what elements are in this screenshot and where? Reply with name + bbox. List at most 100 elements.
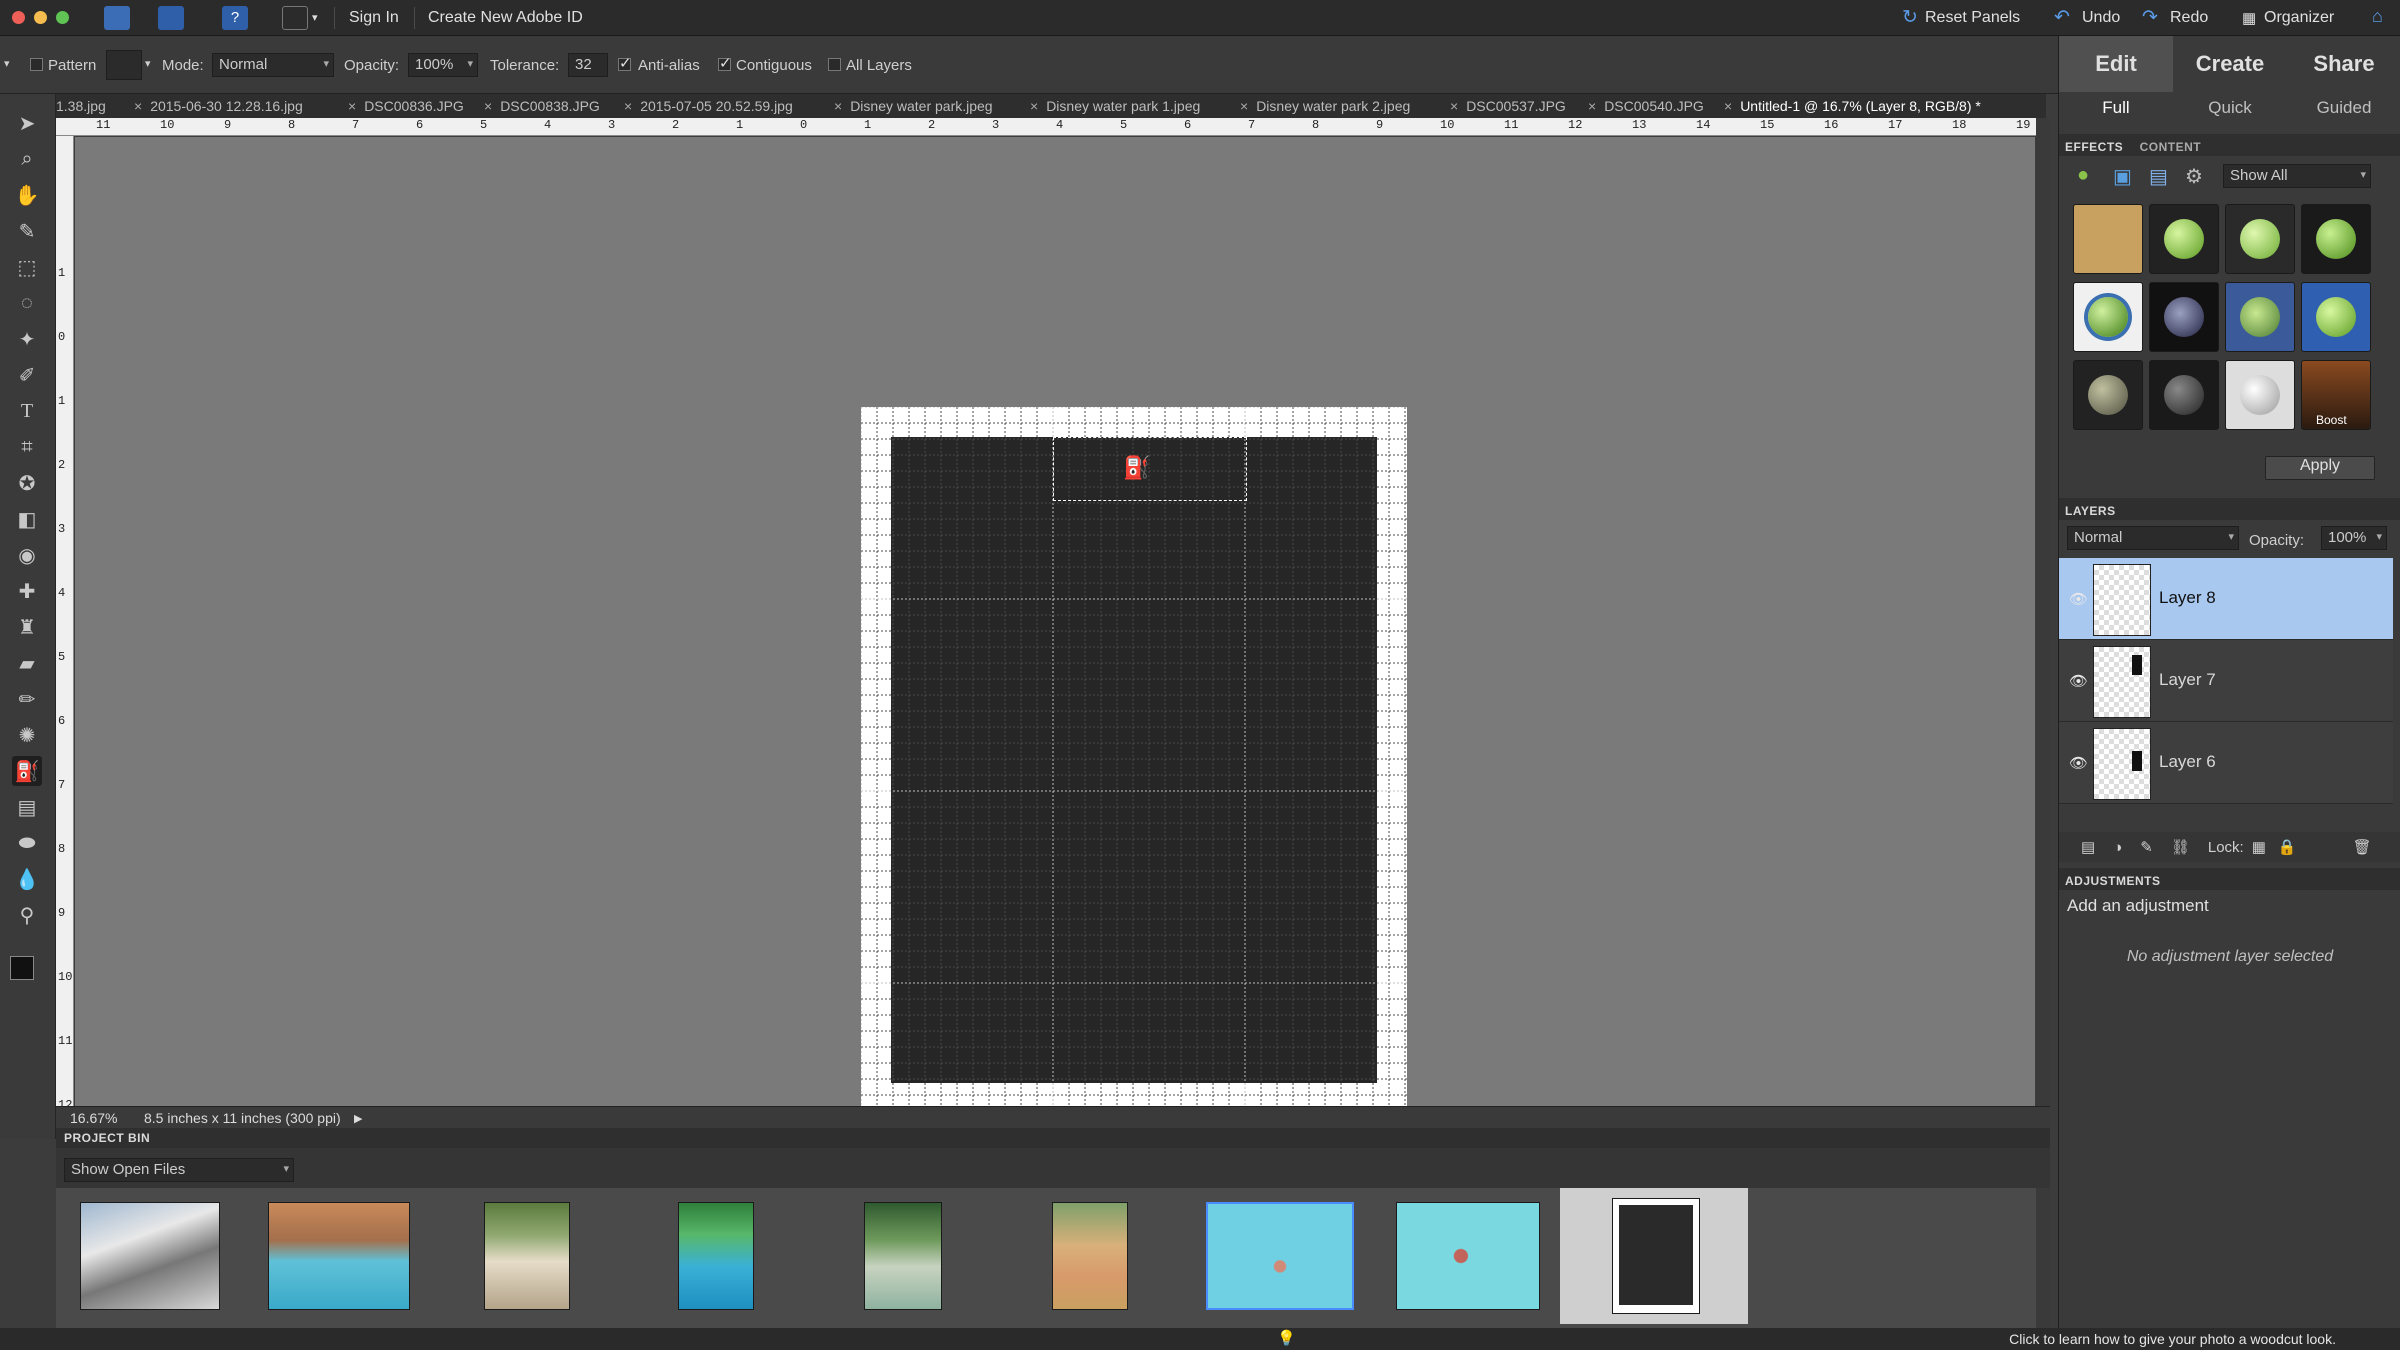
- tab-guided-edit[interactable]: Guided: [2287, 98, 2400, 118]
- doc-tab[interactable]: × Disney water park 1.jpeg: [1030, 94, 1200, 118]
- open-folder-icon[interactable]: [104, 6, 130, 30]
- close-icon[interactable]: ×: [834, 98, 842, 114]
- close-icon[interactable]: ×: [1450, 98, 1458, 114]
- lock-all-icon[interactable]: 🔒: [2278, 838, 2297, 856]
- vertical-ruler[interactable]: 1 0 1 2 3 4 5 6 7 8 9 10 11 12: [56, 136, 74, 1106]
- organizer-icon[interactable]: ▦: [2242, 9, 2256, 27]
- thumbnail-image[interactable]: [864, 1202, 942, 1310]
- adjustment-layer-icon[interactable]: ◑: [2113, 839, 2122, 856]
- doc-tab[interactable]: × Disney water park.jpeg: [834, 94, 993, 118]
- effect-thumbnail[interactable]: [2149, 360, 2219, 430]
- doc-tab[interactable]: × 2015-06-30 12.28.16.jpg: [134, 94, 303, 118]
- eyedropper-tool-icon[interactable]: ✎: [12, 216, 42, 246]
- pattern-dropdown-icon[interactable]: ▾: [145, 57, 151, 70]
- pattern-swatch[interactable]: [106, 50, 142, 80]
- effect-thumbnail[interactable]: [2073, 282, 2143, 352]
- doc-tab[interactable]: × DSC00540.JPG: [1588, 94, 1704, 118]
- reset-panels-icon[interactable]: ↻: [1902, 6, 1918, 29]
- effect-thumbnail[interactable]: [2301, 282, 2371, 352]
- close-icon[interactable]: ×: [1724, 98, 1732, 114]
- help-icon[interactable]: ?: [222, 6, 248, 30]
- close-window-button[interactable]: [12, 11, 25, 24]
- crop-tool-icon[interactable]: ⌗: [12, 432, 42, 462]
- healing-brush-tool-icon[interactable]: ✚: [12, 576, 42, 606]
- tip-link[interactable]: Click to learn how to give your photo a …: [2009, 1331, 2336, 1347]
- reset-panels-button[interactable]: Reset Panels: [1925, 9, 2020, 27]
- layer-styles-icon[interactable]: ▣: [2113, 164, 2132, 189]
- opacity-input[interactable]: 100% ▾: [408, 53, 478, 77]
- quick-selection-tool-icon[interactable]: ✐: [12, 360, 42, 390]
- effects-tab[interactable]: EFFECTS: [2065, 140, 2123, 154]
- hand-tool-icon[interactable]: ✋: [12, 180, 42, 210]
- workspace-layout-icon[interactable]: [282, 6, 308, 30]
- type-tool-icon[interactable]: T: [12, 396, 42, 426]
- sponge-tool-icon[interactable]: ⚲: [12, 900, 42, 930]
- save-icon[interactable]: [158, 6, 184, 30]
- photo-effects-icon[interactable]: ▤: [2149, 164, 2168, 189]
- thumbnail-image[interactable]: [1396, 1202, 1540, 1310]
- layer-row[interactable]: 👁 Layer 6: [2059, 722, 2393, 804]
- effects-filter-select[interactable]: Show All ▾: [2223, 164, 2371, 188]
- doc-tab[interactable]: × DSC00838.JPG: [484, 94, 600, 118]
- shape-tool-icon[interactable]: ⬬: [12, 828, 42, 858]
- zoom-tool-icon[interactable]: ⌕: [12, 144, 42, 174]
- doc-tab[interactable]: × Disney water park 2.jpeg: [1240, 94, 1410, 118]
- thumbnail-image[interactable]: [80, 1202, 220, 1310]
- eye-icon[interactable]: 👁: [2069, 590, 2088, 608]
- blur-tool-icon[interactable]: 💧: [12, 864, 42, 894]
- pencil-tool-icon[interactable]: ✏: [12, 684, 42, 714]
- status-menu-arrow-icon[interactable]: ▶: [354, 1112, 362, 1125]
- red-eye-tool-icon[interactable]: ◉: [12, 540, 42, 570]
- layer-name[interactable]: Layer 7: [2159, 670, 2216, 690]
- layer-name[interactable]: Layer 6: [2159, 752, 2216, 772]
- doc-tab[interactable]: × 2015-07-05 20.52.59.jpg: [624, 94, 793, 118]
- move-tool-icon[interactable]: ➤: [12, 108, 42, 138]
- link-icon[interactable]: ⛓: [2171, 838, 2190, 856]
- layer-blend-mode-select[interactable]: Normal ▾: [2067, 526, 2239, 550]
- new-layer-icon[interactable]: ▤: [2081, 838, 2095, 856]
- apply-button[interactable]: Apply: [2265, 456, 2375, 480]
- layer-name[interactable]: Layer 8: [2159, 588, 2216, 608]
- lock-transparency-icon[interactable]: ▦: [2252, 838, 2266, 856]
- close-icon[interactable]: ×: [1030, 98, 1038, 114]
- pattern-checkbox[interactable]: [30, 58, 43, 71]
- effect-thumbnail[interactable]: [2301, 204, 2371, 274]
- undo-button[interactable]: Undo: [2082, 9, 2120, 27]
- filters-icon[interactable]: ●: [2077, 164, 2089, 187]
- doc-tab[interactable]: × DSC00836.JPG: [348, 94, 464, 118]
- close-icon[interactable]: ×: [484, 98, 492, 114]
- edit-icon[interactable]: ✎: [2140, 838, 2153, 856]
- gradient-tool-icon[interactable]: ▤: [12, 792, 42, 822]
- horizontal-ruler[interactable]: 11 10 9 8 7 6 5 4 3 2 1 0 1 2 3 4 5 6 7 8 9 10 11 12 13 14 15 16 17 1…: [56, 118, 2036, 136]
- zoom-window-button[interactable]: [56, 11, 69, 24]
- tab-full-edit[interactable]: Full: [2059, 98, 2173, 118]
- all-layers-checkbox[interactable]: [828, 58, 841, 71]
- thumbnail-image-selected[interactable]: [1206, 1202, 1354, 1310]
- doc-tab[interactable]: × DSC00537.JPG: [1450, 94, 1566, 118]
- doc-tab-active[interactable]: × Untitled-1 @ 16.7% (Layer 8, RGB/8) *: [1724, 94, 1981, 118]
- thumbnail-image[interactable]: [268, 1202, 410, 1310]
- minimize-window-button[interactable]: [34, 11, 47, 24]
- effect-thumbnail[interactable]: [2225, 282, 2295, 352]
- layer-row[interactable]: 👁 Layer 7: [2059, 640, 2393, 722]
- layer-row-selected[interactable]: 👁 Layer 8: [2059, 558, 2393, 640]
- redo-icon[interactable]: ↷: [2142, 6, 2158, 29]
- close-icon[interactable]: ×: [134, 98, 142, 114]
- paint-bucket-tool-icon[interactable]: ⛽: [12, 756, 42, 786]
- project-bin-filter-select[interactable]: Show Open Files ▾: [64, 1158, 294, 1182]
- mode-select[interactable]: Normal ▾: [212, 53, 334, 77]
- tab-quick-edit[interactable]: Quick: [2173, 98, 2287, 118]
- thumbnail-image-active-document[interactable]: [1612, 1198, 1700, 1314]
- tab-share[interactable]: Share: [2287, 36, 2400, 92]
- straighten-tool-icon[interactable]: ◧: [12, 504, 42, 534]
- foreground-color-swatch[interactable]: [10, 956, 34, 980]
- close-icon[interactable]: ×: [348, 98, 356, 114]
- effect-thumbnail[interactable]: [2225, 204, 2295, 274]
- effect-thumbnail[interactable]: [2149, 282, 2219, 352]
- organizer-button[interactable]: Organizer: [2264, 9, 2334, 27]
- marquee-tool-icon[interactable]: ⬚: [12, 252, 42, 282]
- eraser-tool-icon[interactable]: ▰: [12, 648, 42, 678]
- magic-wand-tool-icon[interactable]: ✦: [12, 324, 42, 354]
- undo-icon[interactable]: ↶: [2054, 6, 2070, 29]
- create-adobe-id-link[interactable]: Create New Adobe ID: [428, 9, 583, 27]
